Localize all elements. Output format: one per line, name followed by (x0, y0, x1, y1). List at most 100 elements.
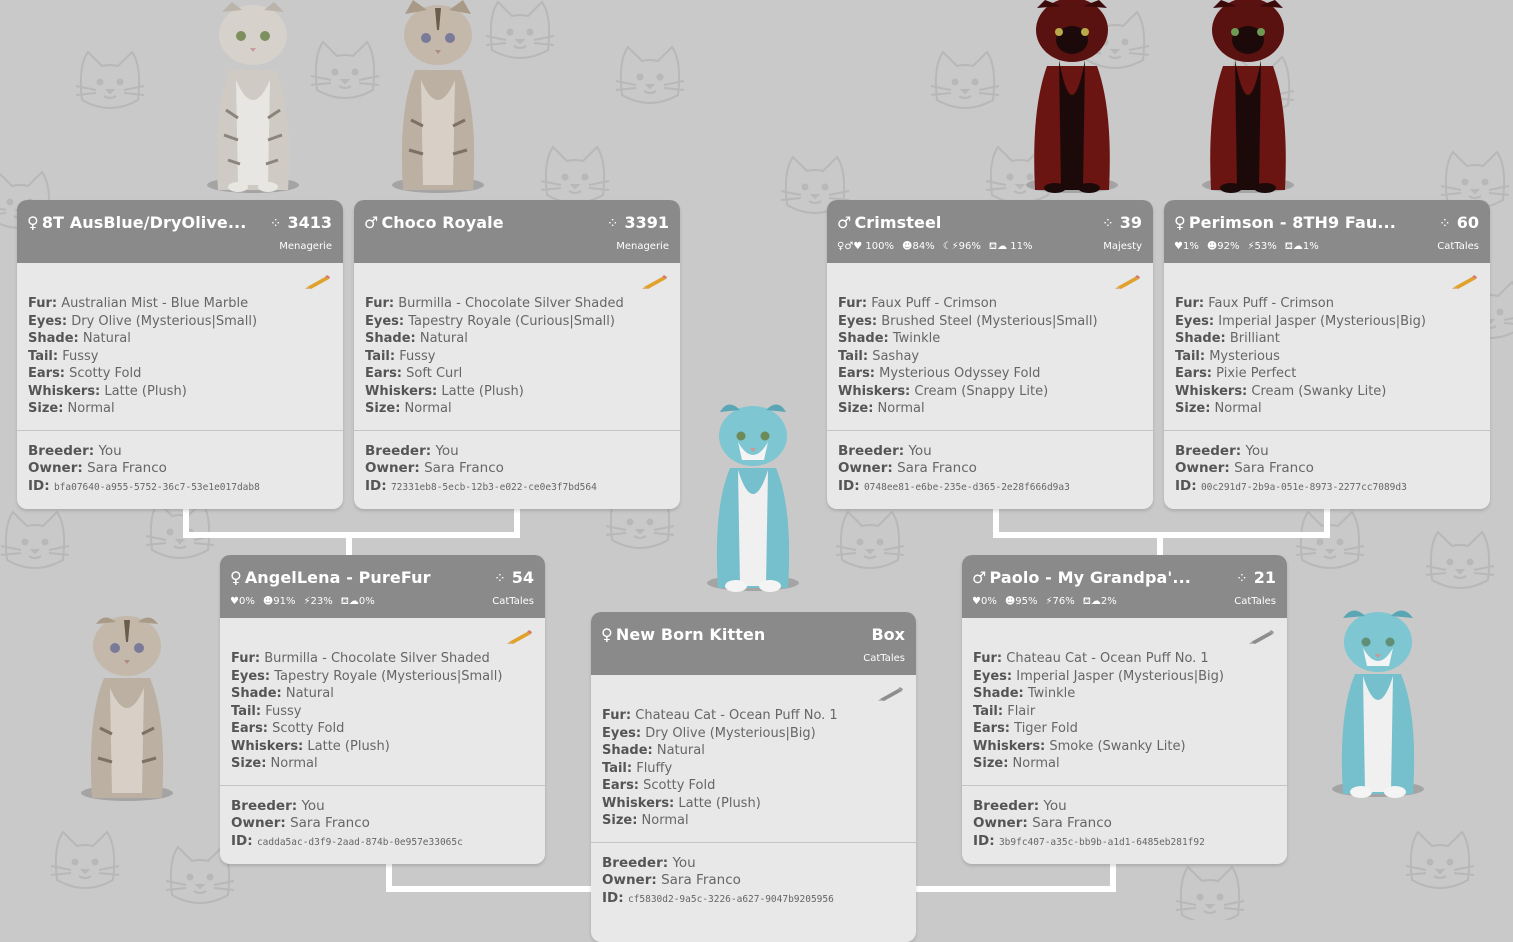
card-traits: Fur: Chateau Cat - Ocean Puff No. 1 Eyes… (962, 618, 1287, 785)
cat-name[interactable]: ♀ Perimson - 8TH9 Fau... (1174, 213, 1396, 232)
cat-figure-ocean-blue-kitten[interactable] (698, 398, 808, 593)
cat-source: CatTales (1437, 241, 1479, 252)
trait-whiskers: Whiskers: Latte (Plush) (28, 383, 187, 399)
breeder-line: Breeder: You (28, 442, 122, 459)
trait-whiskers: Whiskers: Latte (Plush) (365, 383, 524, 399)
card-ownership: Breeder: You Owner: Sara Franco ID: cf58… (591, 841, 916, 919)
cat-figure-choco-silver[interactable] (383, 0, 493, 195)
pencil-icon[interactable] (878, 687, 904, 701)
trait-size: Size: Normal (28, 401, 115, 416)
cat-name[interactable]: ♀ New Born Kitten (601, 625, 765, 644)
cat-card-crimsteel[interactable]: ♂ Crimsteel ⁘ 39 ♀♂♥ 100% ☻84% ☾⚡96% ⛾☁ 11% M… (827, 200, 1153, 509)
trait-whiskers: Whiskers: Cream (Swanky Lite) (1175, 383, 1387, 399)
trait-tail: Tail: Mysterious (1175, 348, 1280, 364)
cat-figure-crimson[interactable] (1017, 0, 1127, 195)
cat-stats: ♀♂♥ 100% ☻84% ☾⚡96% ⛾☁ 11% (837, 241, 1033, 252)
card-traits: Fur: Chateau Cat - Ocean Puff No. 1 Eyes… (591, 675, 916, 842)
pencil-icon[interactable] (305, 275, 331, 289)
loading-spinner-icon: ⁘ (1439, 216, 1451, 232)
id-line: ID: bfa07640-a955-5752-36c7-53e1e017dab8 (28, 477, 260, 494)
trait-ears: Ears: Scotty Fold (602, 778, 716, 793)
breeder-line: Breeder: You (1175, 442, 1269, 459)
card-header: ♀ 8T AusBlue/DryOlive... ⁘ 3413 Menagerie (17, 200, 343, 263)
trait-eyes: Eyes: Dry Olive (Mysterious|Small) (28, 313, 258, 329)
cat-name[interactable]: ♀ 8T AusBlue/DryOlive... (27, 213, 246, 232)
loading-spinner-icon: ⁘ (1236, 571, 1248, 587)
gender-icon: ♂ (837, 213, 852, 232)
loading-spinner-icon: ⁘ (269, 216, 282, 232)
cat-name[interactable]: ♀ AngelLena - PureFur (230, 568, 431, 587)
card-ownership: Breeder: You Owner: Sara Franco ID: 0748… (827, 429, 1153, 507)
tree-connector (914, 886, 1116, 892)
cat-card-new-born-kitten[interactable]: ♀ New Born Kitten Box CatTales Fur: Chate… (591, 612, 916, 942)
card-header: ♀ Perimson - 8TH9 Fau... ⁘ 60 ♥1% ☻92% ⚡53% ⛾… (1164, 200, 1490, 263)
cat-card-perimson[interactable]: ♀ Perimson - 8TH9 Fau... ⁘ 60 ♥1% ☻92% ⚡53% ⛾… (1164, 200, 1490, 509)
trait-tail: Tail: Sashay (838, 348, 920, 364)
cat-card-paolo[interactable]: ♂ Paolo - My Grandpa'... ⁘ 21 ♥0% ☻95% ⚡76% ⛾… (962, 555, 1287, 864)
cat-figure-silver-tabby[interactable] (198, 0, 308, 195)
id-line: ID: 00c291d7-2b9a-051e-8973-2277cc7089d3 (1175, 477, 1407, 494)
trait-shade: Shade: Brilliant (1175, 331, 1280, 346)
card-header: ♀ AngelLena - PureFur ⁘ 54 ♥0% ☻91% ⚡23% ⛾☁0%… (220, 555, 545, 618)
cat-figure-ocean-blue[interactable] (1323, 604, 1433, 799)
card-traits: Fur: Burmilla - Chocolate Silver Shaded … (220, 618, 545, 785)
id-line: ID: 3b9fc407-a35c-bb9b-a1d1-6485eb281f92 (973, 832, 1205, 849)
cat-source: CatTales (492, 596, 534, 607)
cat-card-angellena[interactable]: ♀ AngelLena - PureFur ⁘ 54 ♥0% ☻91% ⚡23% ⛾☁0%… (220, 555, 545, 864)
card-ownership: Breeder: You Owner: Sara Franco ID: bfa0… (17, 429, 343, 507)
card-traits: Fur: Faux Puff - Crimson Eyes: Brushed S… (827, 263, 1153, 430)
cat-card-ausblue[interactable]: ♀ 8T AusBlue/DryOlive... ⁘ 3413 Menagerie … (17, 200, 343, 509)
gender-icon: ♀ (1174, 213, 1186, 232)
owner-line: Owner: Sara Franco (365, 460, 504, 476)
cat-count: ⁘ 3391 (606, 213, 669, 232)
trait-tail: Tail: Fussy (28, 348, 99, 364)
cat-name[interactable]: ♂ Choco Royale (364, 213, 504, 232)
trait-ears: Ears: Soft Curl (365, 366, 463, 381)
trait-tail: Tail: Fussy (365, 348, 436, 364)
cat-stats: ♥1% ☻92% ⚡53% ⛾☁1% (1174, 241, 1319, 252)
gender-icon: ♂ (972, 568, 987, 587)
cat-card-choco-royale[interactable]: ♂ Choco Royale ⁘ 3391 Menagerie Fur: Burmi… (354, 200, 680, 509)
card-traits: Fur: Burmilla - Chocolate Silver Shaded … (354, 263, 680, 430)
pencil-icon[interactable] (1249, 630, 1275, 644)
breeder-line: Breeder: You (973, 797, 1067, 814)
trait-whiskers: Whiskers: Cream (Snappy Lite) (838, 383, 1049, 399)
trait-eyes: Eyes: Tapestry Royale (Curious|Small) (365, 313, 615, 329)
trait-ears: Ears: Tiger Fold (973, 721, 1078, 736)
card-ownership: Breeder: You Owner: Sara Franco ID: 3b9f… (962, 784, 1287, 862)
trait-whiskers: Whiskers: Latte (Plush) (231, 738, 390, 754)
trait-ears: Ears: Scotty Fold (28, 366, 142, 381)
cat-figure-choco-silver-2[interactable] (72, 608, 182, 803)
cat-source: Menagerie (616, 241, 669, 252)
gender-icon: ♀ (601, 625, 613, 644)
tree-connector (386, 886, 592, 892)
trait-size: Size: Normal (973, 756, 1060, 771)
cat-count: ⁘ 60 (1439, 213, 1479, 232)
trait-size: Size: Normal (1175, 401, 1262, 416)
cat-figure-crimson-2[interactable] (1193, 0, 1303, 195)
pencil-icon[interactable] (1115, 275, 1141, 289)
trait-fur: Fur: Chateau Cat - Ocean Puff No. 1 (973, 651, 1209, 666)
loading-spinner-icon: ⁘ (494, 571, 506, 587)
cat-name[interactable]: ♂ Paolo - My Grandpa'... (972, 568, 1191, 587)
trait-fur: Fur: Faux Puff - Crimson (1175, 296, 1334, 311)
owner-line: Owner: Sara Franco (838, 460, 977, 476)
cat-source: Majesty (1103, 241, 1142, 252)
loading-spinner-icon: ⁘ (1102, 216, 1114, 232)
breeder-line: Breeder: You (602, 854, 696, 871)
trait-whiskers: Whiskers: Smoke (Swanky Lite) (973, 738, 1186, 754)
loading-spinner-icon: ⁘ (606, 216, 619, 232)
owner-line: Owner: Sara Franco (1175, 460, 1314, 476)
trait-shade: Shade: Natural (602, 743, 705, 758)
id-line: ID: 72331eb8-5ecb-12b3-e022-ce0e3f7bd564 (365, 477, 597, 494)
trait-eyes: Eyes: Brushed Steel (Mysterious|Small) (838, 313, 1098, 329)
cat-name[interactable]: ♂ Crimsteel (837, 213, 942, 232)
pencil-icon[interactable] (1452, 275, 1478, 289)
pencil-icon[interactable] (507, 630, 533, 644)
card-ownership: Breeder: You Owner: Sara Franco ID: 00c2… (1164, 429, 1490, 507)
trait-ears: Ears: Mysterious Odyssey Fold (838, 366, 1041, 381)
cat-stats: ♥0% ☻91% ⚡23% ⛾☁0% (230, 596, 375, 607)
pencil-icon[interactable] (642, 275, 668, 289)
trait-fur: Fur: Faux Puff - Crimson (838, 296, 997, 311)
trait-size: Size: Normal (838, 401, 925, 416)
